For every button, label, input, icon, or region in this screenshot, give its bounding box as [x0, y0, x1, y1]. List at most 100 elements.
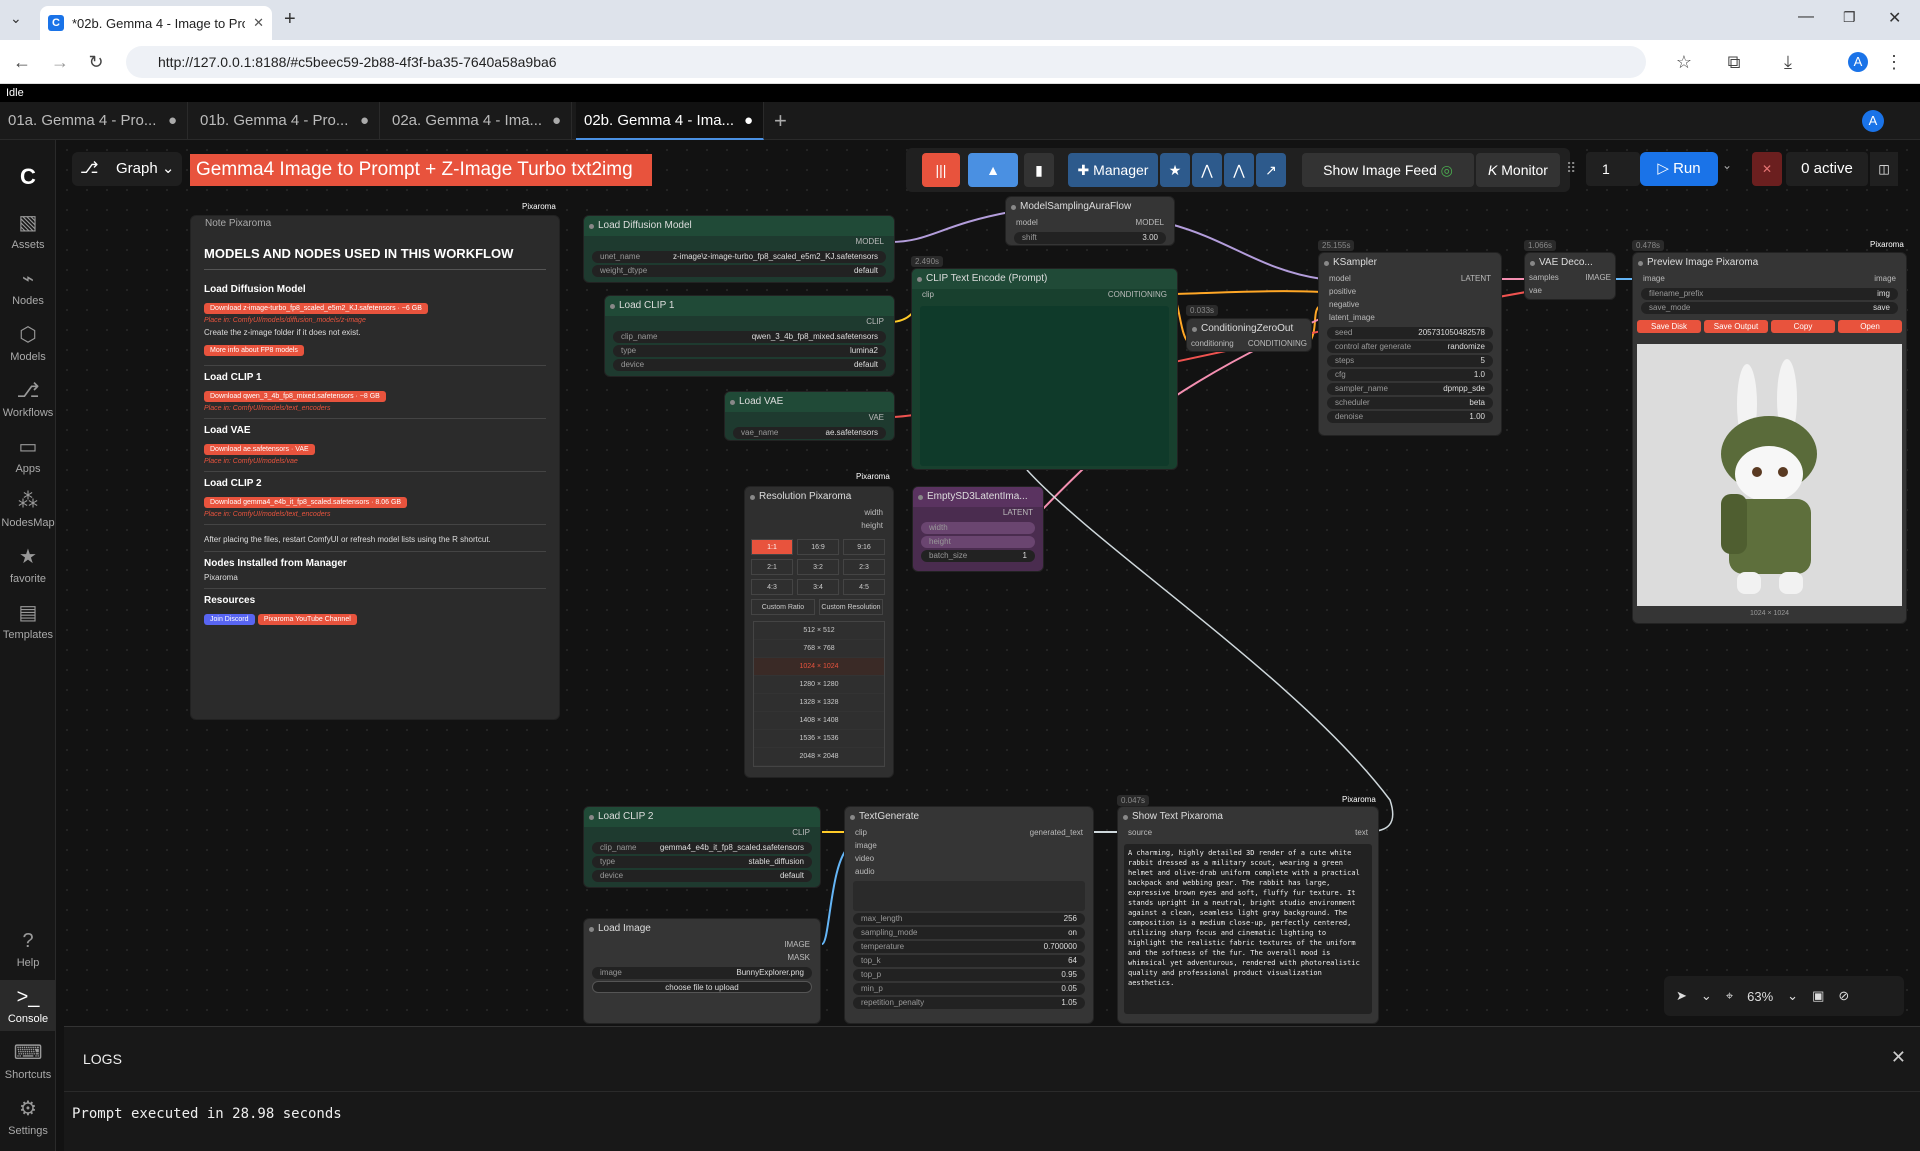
type-widget[interactable]: type stable_diffusion — [592, 856, 812, 868]
resolution-option[interactable]: 768 × 768 — [754, 640, 884, 658]
show-text-node[interactable]: Show Text Pixaroma source text A charming… — [1117, 806, 1379, 1024]
conditioning-zeroout-node[interactable]: ConditioningZeroOut conditioning CONDITIO… — [1186, 318, 1312, 352]
clip-name-widget[interactable]: clip_name qwen_3_4b_fp8_mixed.safetensors — [613, 331, 886, 343]
ratio-button[interactable]: 4:5 — [843, 579, 885, 595]
cancel-button[interactable]: ✕ — [1752, 152, 1782, 186]
open-button[interactable]: Open — [1838, 320, 1902, 333]
shift-widget[interactable]: shift 3.00 — [1014, 232, 1166, 244]
chevron-down-icon[interactable]: ⌄ — [1701, 988, 1712, 1004]
manager-button[interactable]: ✚ Manager — [1068, 153, 1158, 187]
note-pixaroma-node[interactable]: Note Pixaroma MODELS AND NODES USED IN T… — [190, 215, 560, 720]
load-clip1-node[interactable]: Load CLIP 1 CLIP clip_name qwen_3_4b_fp8_… — [604, 295, 895, 377]
clip-text-encode-node[interactable]: CLIP Text Encode (Prompt) clip CONDITIONI… — [911, 268, 1178, 470]
ratio-button[interactable]: 16:9 — [797, 539, 839, 555]
repetition-penalty-widget[interactable]: repetition_penalty 1.05 — [853, 997, 1085, 1009]
resolution-option[interactable]: 1536 × 1536 — [754, 730, 884, 748]
denoise-widget[interactable]: denoise 1.00 — [1327, 411, 1493, 423]
top-p-widget[interactable]: top_p 0.95 — [853, 969, 1085, 981]
resolution-option[interactable]: 1328 × 1328 — [754, 694, 884, 712]
ratio-button[interactable]: 9:16 — [843, 539, 885, 555]
audio-button[interactable]: ||| — [922, 153, 960, 187]
save-output-button[interactable]: Save Output — [1704, 320, 1768, 333]
save-mode-widget[interactable]: save_mode save — [1641, 302, 1898, 314]
discord-link[interactable]: Join Discord — [204, 614, 255, 625]
steps-widget[interactable]: steps 5 — [1327, 355, 1493, 367]
device-widget[interactable]: device default — [592, 870, 812, 882]
min-p-widget[interactable]: min_p 0.05 — [853, 983, 1085, 995]
top-k-widget[interactable]: top_k 64 — [853, 955, 1085, 967]
weight-dtype-widget[interactable]: weight_dtype default — [592, 265, 886, 277]
prompt-textarea[interactable] — [853, 881, 1085, 911]
drag-handle-icon[interactable]: ⠿ — [1566, 160, 1576, 177]
fit-view-icon[interactable]: ⌖ — [1726, 988, 1733, 1004]
text-generate-node[interactable]: TextGenerate clip generated_text image vi… — [844, 806, 1094, 1024]
load-vae-node[interactable]: Load VAE VAE vae_name ae.safetensors — [724, 391, 895, 441]
empty-latent-image-node[interactable]: EmptySD3LatentIma... LATENT width height… — [912, 486, 1044, 572]
pointer-icon[interactable]: ➤ — [1676, 988, 1687, 1004]
scheduler-widget[interactable]: scheduler beta — [1327, 397, 1493, 409]
sampler-name-widget[interactable]: sampler_name dpmpp_sde — [1327, 383, 1493, 395]
queue-status[interactable]: 0 active — [1786, 152, 1868, 186]
preview-image-node[interactable]: Preview Image Pixaroma image image filena… — [1632, 252, 1907, 624]
resolution-option[interactable]: 1280 × 1280 — [754, 676, 884, 694]
a-icon[interactable]: ⋀ — [1192, 153, 1222, 187]
upload-button[interactable]: choose file to upload — [592, 981, 812, 993]
type-widget[interactable]: type lumina2 — [613, 345, 886, 357]
resolution-option[interactable]: 2048 × 2048 — [754, 748, 884, 766]
unet-name-widget[interactable]: unet_name z-image\z-image-turbo_fp8_scale… — [592, 251, 886, 263]
ratio-button[interactable]: 2:1 — [751, 559, 793, 575]
batch-size-widget[interactable]: batch_size 1 — [921, 550, 1035, 562]
bookmark-icon[interactable]: ▮ — [1024, 153, 1054, 187]
prompt-textarea[interactable] — [920, 306, 1169, 466]
ratio-button[interactable]: 4:3 — [751, 579, 793, 595]
youtube-link[interactable]: Pixaroma YouTube Channel — [257, 614, 357, 625]
graph-menu-button[interactable]: ⎇ Graph ⌄ — [72, 152, 182, 186]
vae-decode-node[interactable]: VAE Deco... samples IMAGE vae — [1524, 252, 1616, 300]
seed-widget[interactable]: seed 205731050482578 — [1327, 327, 1493, 339]
copy-button[interactable]: Copy — [1771, 320, 1835, 333]
max-length-widget[interactable]: max_length 256 — [853, 913, 1085, 925]
device-widget[interactable]: device default — [613, 359, 886, 371]
panel-toggle-icon[interactable]: ◫ — [1870, 152, 1898, 186]
load-clip2-node[interactable]: Load CLIP 2 CLIP clip_name gemma4_e4b_it_… — [583, 806, 821, 888]
vae-name-widget[interactable]: vae_name ae.safetensors — [733, 427, 886, 439]
hide-links-icon[interactable]: ⊘ — [1838, 988, 1849, 1004]
resolution-pixaroma-node[interactable]: Resolution Pixaroma width height 1:1 16:9… — [744, 486, 894, 778]
more-info-link[interactable]: More info about FP8 models — [204, 345, 304, 356]
chevron-down-icon[interactable]: ⌄ — [1787, 988, 1798, 1004]
filename-prefix-widget[interactable]: filename_prefix img — [1641, 288, 1898, 300]
control-after-generate-widget[interactable]: control after generate randomize — [1327, 341, 1493, 353]
custom-ratio-button[interactable]: Custom Ratio — [751, 599, 815, 615]
zoom-level[interactable]: 63% — [1747, 989, 1773, 1004]
custom-resolution-button[interactable]: Custom Resolution — [819, 599, 883, 615]
load-image-node[interactable]: Load Image IMAGE MASK image BunnyExplorer… — [583, 918, 821, 1024]
save-disk-button[interactable]: Save Disk — [1637, 320, 1701, 333]
pixaroma-logo-button[interactable]: ▲ — [968, 153, 1018, 187]
model-sampling-auraflow-node[interactable]: ModelSamplingAuraFlow model MODEL shift 3.… — [1005, 196, 1175, 246]
run-button[interactable]: ▷ Run — [1640, 152, 1718, 186]
download-link[interactable]: Download gemma4_e4b_it_fp8_scaled.safete… — [204, 497, 408, 508]
resolution-option[interactable]: 512 × 512 — [754, 622, 884, 640]
sampling-mode-widget[interactable]: sampling_mode on — [853, 927, 1085, 939]
download-link[interactable]: Download z-image-turbo_fp8_scaled_e5m2_K… — [204, 303, 428, 314]
resolution-option[interactable]: 1408 × 1408 — [754, 712, 884, 730]
ksampler-node[interactable]: KSampler model LATENT positive negative l… — [1318, 252, 1502, 436]
output-textarea[interactable]: A charming, highly detailed 3D render of… — [1124, 844, 1372, 1014]
share-icon[interactable]: ↗ — [1256, 153, 1286, 187]
download-link[interactable]: Download ae.safetensors · VAE — [204, 444, 315, 455]
temperature-widget[interactable]: temperature 0.700000 — [853, 941, 1085, 953]
cfg-widget[interactable]: cfg 1.0 — [1327, 369, 1493, 381]
clip-name-widget[interactable]: clip_name gemma4_e4b_it_fp8_scaled.safete… — [592, 842, 812, 854]
close-logs-icon[interactable]: ✕ — [1891, 1047, 1906, 1068]
ratio-button[interactable]: 2:3 — [843, 559, 885, 575]
monitor-button[interactable]: K Monitor — [1476, 153, 1560, 187]
ratio-button[interactable]: 1:1 — [751, 539, 793, 555]
run-options-chevron-icon[interactable]: ⌄ — [1722, 158, 1732, 172]
ratio-button[interactable]: 3:2 — [797, 559, 839, 575]
load-diffusion-model-node[interactable]: Load Diffusion Model MODEL unet_name z-im… — [583, 215, 895, 283]
show-image-feed-button[interactable]: Show Image Feed ◎ — [1302, 153, 1474, 187]
width-widget[interactable]: width — [921, 522, 1035, 534]
height-widget[interactable]: height — [921, 536, 1035, 548]
image-widget[interactable]: image BunnyExplorer.png — [592, 967, 812, 979]
download-link[interactable]: Download qwen_3_4b_fp8_mixed.safetensors… — [204, 391, 386, 402]
